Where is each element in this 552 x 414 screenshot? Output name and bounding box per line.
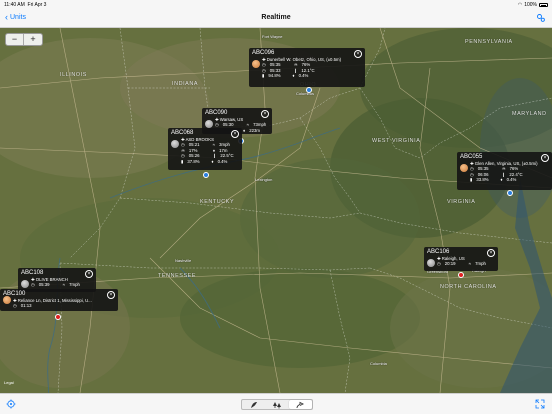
locate-icon[interactable] [6, 399, 16, 409]
map-mode-track[interactable] [288, 400, 312, 409]
unit-card-abc100[interactable]: ABC100 × ✚ Reliance Ln, District 1, Miss… [0, 289, 118, 311]
navigation-bar: ‹ Units Realtime [0, 10, 552, 28]
avatar [21, 280, 29, 288]
unit-card-abc106[interactable]: ABC106 × ✚ Raleigh, US ◷ 20:19 ≈7mph [424, 247, 498, 271]
bottom-toolbar [0, 393, 552, 414]
unit-id: ABC090 [205, 110, 228, 116]
city-label-fort-wayne: Fort Wayne [262, 34, 283, 39]
city-label-lexington: Lexington [255, 177, 273, 182]
unit-pin-abc106[interactable] [458, 272, 464, 278]
unit-id: ABC068 [171, 130, 194, 136]
avatar [205, 120, 213, 128]
rain-icon: ♦ [292, 73, 295, 79]
unit-pin-abc100[interactable] [55, 314, 61, 320]
unit-card-abc068[interactable]: ABC068 × ✚ ASD BROOKS ◷ 05:21 ≈3mph ♒ 17% … [168, 128, 242, 170]
unit-id: ABC100 [3, 291, 26, 297]
state-label-illinois: ILLINOIS [60, 72, 87, 78]
avatar [171, 140, 179, 148]
state-label-kentucky: KENTUCKY [200, 199, 235, 205]
avatar [427, 259, 435, 267]
unit-card-abc055[interactable]: ABC055 × ✚ Glen Allen, Virginia, US, (±0… [457, 152, 552, 190]
close-icon[interactable]: × [107, 291, 115, 299]
zoom-control: − + [5, 33, 43, 46]
map-mode-terrain[interactable] [242, 400, 265, 409]
settings-icon[interactable] [536, 13, 546, 23]
unit-pin-abc096[interactable] [306, 87, 312, 93]
rain-icon: ♦ [500, 177, 503, 183]
state-label-maryland: MARYLAND [512, 111, 547, 117]
avatar [3, 296, 11, 304]
state-label-west-virginia: WEST VIRGINIA [372, 138, 421, 144]
battery-icon: ▮ [181, 158, 184, 164]
state-label-tennessee: TENNESSEE [158, 273, 197, 279]
wind-icon: ≈ [468, 261, 472, 267]
status-right: ◠ 100% [518, 2, 548, 8]
close-icon[interactable]: × [541, 154, 549, 162]
map-mode-trees[interactable] [265, 400, 288, 409]
battery-icon: ▮ [262, 73, 265, 79]
zoom-in-button[interactable]: + [24, 34, 42, 45]
unit-id: ABC055 [460, 154, 483, 160]
trees-icon [272, 401, 281, 408]
unit-pin-abc068[interactable] [203, 172, 209, 178]
state-label-north-carolina: NORTH CAROLINA [440, 284, 497, 290]
city-label-columbia: Columbia [370, 361, 387, 366]
wifi-icon: ◠ [517, 2, 523, 8]
status-bar: 11:40 AM Fri Apr 3 ◠ 100% [0, 0, 552, 10]
city-label-nashville: Nashville [175, 258, 192, 263]
battery-icon: ▮ [470, 177, 473, 183]
state-label-indiana: INDIANA [172, 81, 199, 87]
battery-percent: 100% [524, 2, 537, 8]
state-label-pennsylvania: PENNSYLVANIA [465, 39, 513, 45]
page-title: Realtime [261, 14, 291, 21]
rain-icon: ♦ [243, 127, 246, 133]
battery-icon [539, 3, 548, 7]
track-icon [296, 401, 305, 408]
clock-icon: ◷ [437, 261, 441, 267]
rain-icon: ♦ [211, 158, 214, 164]
close-icon[interactable]: × [231, 130, 239, 138]
clock-icon: ◷ [31, 282, 35, 288]
avatar [252, 60, 260, 68]
close-icon[interactable]: × [261, 110, 269, 118]
wind-icon: ≈ [62, 282, 66, 288]
terrain-icon [250, 401, 257, 408]
map-view[interactable]: ILLINOIS INDIANA OHIO PENNSYLVANIA MARYL… [0, 28, 552, 393]
close-icon[interactable]: × [354, 50, 362, 58]
close-icon[interactable]: × [85, 270, 93, 278]
unit-id: ABC106 [427, 249, 450, 255]
unit-id: ABC108 [21, 270, 44, 276]
unit-pin-abc055[interactable] [507, 190, 513, 196]
unit-card-abc096[interactable]: ABC096 × ✚ Dunerbell W. Obetz, Ohio, US,… [249, 48, 365, 87]
expand-icon[interactable] [535, 399, 545, 409]
close-icon[interactable]: × [487, 249, 495, 257]
zoom-out-button[interactable]: − [6, 34, 24, 45]
legal-link[interactable]: Legal [4, 380, 14, 385]
status-time-date: 11:40 AM Fri Apr 3 [4, 2, 47, 8]
clock-icon: ◷ [13, 303, 17, 309]
unit-id: ABC096 [252, 50, 275, 56]
state-label-virginia: VIRGINIA [447, 199, 476, 205]
avatar [460, 164, 468, 172]
map-mode-segmented-control [241, 399, 313, 410]
